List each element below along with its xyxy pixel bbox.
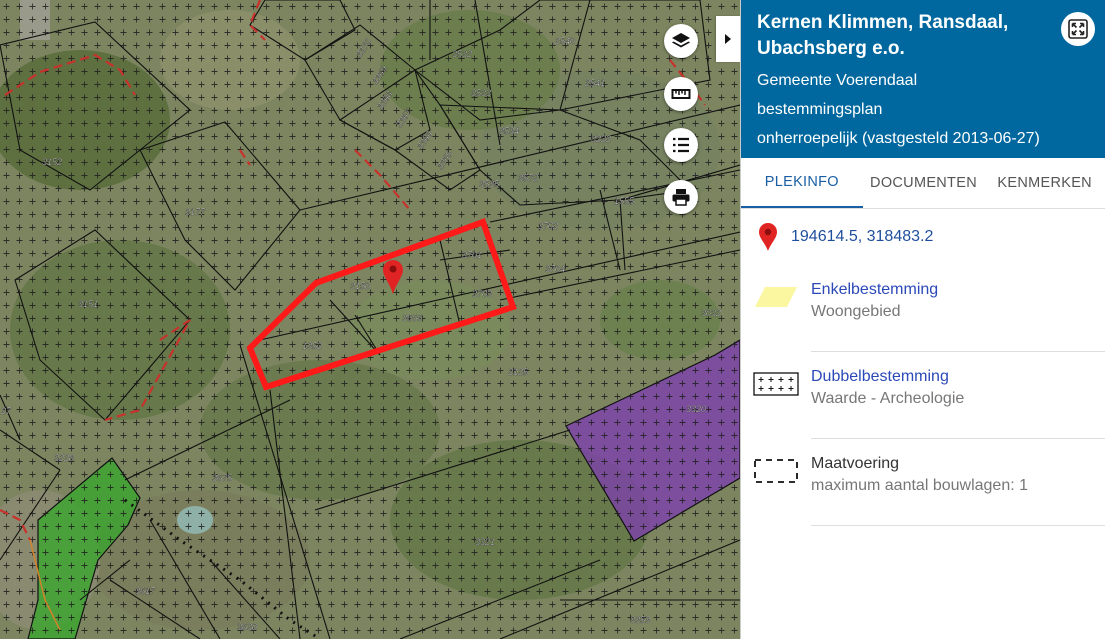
parcel-number-label: 3617 xyxy=(135,586,156,596)
woongebied-symbol xyxy=(755,287,797,307)
dashed-box-symbol xyxy=(754,459,798,483)
plan-status: onherroepelijk (vastgesteld 2013-06-27) xyxy=(757,130,1040,147)
parcel-number-label: 3222 xyxy=(591,134,611,144)
panel-tabs: PLEKINFO DOCUMENTEN KENMERKEN xyxy=(741,158,1105,209)
legend-item-dubbelbestemming: Dubbelbestemming Waarde - Archeologie xyxy=(741,352,1105,439)
ruler-icon xyxy=(671,89,691,99)
parcel-number-label: 2540 xyxy=(554,36,575,46)
legend-item-maatvoering: Maatvoering maximum aantal bouwlagen: 1 xyxy=(741,439,1105,526)
print-icon xyxy=(672,189,690,206)
parcel-number-label: 3532 xyxy=(452,49,472,59)
parcel-number-label: 3704 xyxy=(545,264,565,274)
parcel-number-label: 3152 xyxy=(42,157,62,167)
parcel-number-label: 3702 xyxy=(538,221,558,231)
parcel-number-label: 2541 xyxy=(584,78,605,88)
parcel-number-label: 3675 xyxy=(212,473,233,483)
layers-button[interactable] xyxy=(664,24,698,58)
legend-button[interactable] xyxy=(664,128,698,162)
map-canvas[interactable]: 3370336933683367336633653532353335343535… xyxy=(0,0,740,639)
parcel-number-label: 2125 xyxy=(507,367,529,377)
plan-type: bestemmingsplan xyxy=(757,101,883,118)
legend-value-dubbelbestemming: Waarde - Archeologie xyxy=(811,390,965,407)
parcel-number-label: 3703 xyxy=(472,289,492,299)
map-pin-icon xyxy=(759,223,777,251)
parcel-number-label: 3534 xyxy=(499,126,519,136)
tab-plekinfo[interactable]: PLEKINFO xyxy=(741,158,863,208)
parcel-number-label: 3150 xyxy=(350,281,370,291)
parcel-number-label: 3032 xyxy=(701,308,721,318)
parcel-number-label: 3228 xyxy=(54,453,74,463)
info-panel: Kernen Klimmen, Ransdaal, Ubachsberg e.o… xyxy=(740,0,1105,639)
plan-header: Kernen Klimmen, Ransdaal, Ubachsberg e.o… xyxy=(741,0,1105,158)
legend-title-dubbelbestemming[interactable]: Dubbelbestemming xyxy=(811,368,949,386)
parcel-number-label: 3151 xyxy=(78,299,98,309)
parcel-number-label: 27 xyxy=(0,406,12,416)
parcel-number-label: 3533 xyxy=(471,88,491,98)
location-row: 194614.5, 318483.2 xyxy=(741,209,1105,265)
legend-list-icon xyxy=(673,137,689,153)
chevron-right-icon xyxy=(725,34,731,44)
plan-municipality: Gemeente Voerendaal xyxy=(757,72,918,89)
parcel-number-label: 3535 xyxy=(479,179,500,189)
tab-kenmerken[interactable]: KENMERKEN xyxy=(984,158,1105,208)
legend-item-enkelbestemming: Enkelbestemming Woongebied xyxy=(741,265,1105,352)
print-button[interactable] xyxy=(664,180,698,214)
fullscreen-button[interactable] xyxy=(1061,12,1095,46)
archeology-hatch-symbol xyxy=(753,372,799,396)
parcel-number-label: 3177 xyxy=(185,207,206,217)
parcel-number-label: 3321 xyxy=(475,537,495,547)
legend-title-maatvoering: Maatvoering xyxy=(811,455,900,472)
collapse-panel-button[interactable] xyxy=(716,16,740,62)
expand-icon xyxy=(1068,19,1088,39)
legend-title-enkelbestemming[interactable]: Enkelbestemming xyxy=(811,281,938,299)
measure-button[interactable] xyxy=(664,77,698,111)
map-view[interactable]: 3370 3369 3368 3367 3366 3365 3532 3533 3534 3535… xyxy=(0,0,740,639)
parcel-number-label: 3701 xyxy=(462,250,482,260)
divider xyxy=(811,525,1105,526)
parcel-number-label: 3320 xyxy=(686,404,706,414)
plan-title: Kernen Klimmen, Ransdaal, Ubachsberg e.o… xyxy=(757,12,1009,59)
parcel-number-label: 3572 xyxy=(518,173,538,183)
parcel-number-label: 1555 xyxy=(614,196,635,206)
parcel-number-label: 3353 xyxy=(630,615,650,625)
parcel-number-label: 3666 xyxy=(402,313,422,323)
legend-value-maatvoering: maximum aantal bouwlagen: 1 xyxy=(811,477,1029,494)
layers-icon xyxy=(672,33,690,48)
parcel-number-label: 1352 xyxy=(302,341,322,351)
parcel-number-label: 3630 xyxy=(237,622,257,632)
location-coordinates: 194614.5, 318483.2 xyxy=(791,228,934,245)
tab-documenten[interactable]: DOCUMENTEN xyxy=(863,158,985,208)
legend-value-enkelbestemming: Woongebied xyxy=(811,303,901,320)
